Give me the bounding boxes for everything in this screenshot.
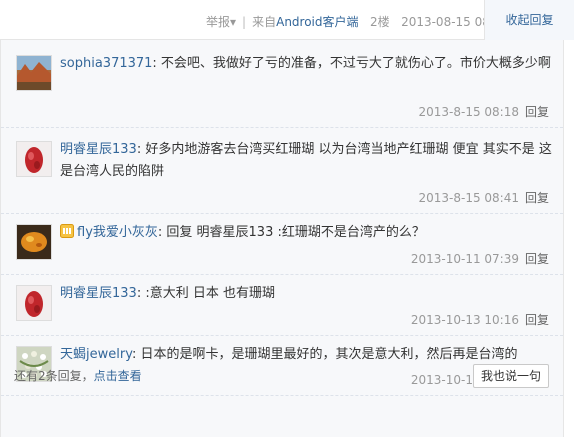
collapse-replies-button[interactable]: 收起回复: [484, 0, 574, 40]
reply-button[interactable]: 回复: [525, 313, 549, 327]
list-item: fly我爱小灰灰: 回复 明睿星辰133 :红珊瑚不是台湾产的么？ 2013-1…: [1, 214, 563, 275]
amber-avatar[interactable]: [16, 224, 52, 260]
view-more-link[interactable]: 点击查看: [94, 369, 142, 383]
reply-content: : :意大利 日本 也有珊瑚: [136, 286, 275, 301]
report-link[interactable]: 举报▾: [206, 15, 236, 29]
username-link[interactable]: 明睿星辰133: [60, 142, 137, 157]
reply-time: 2013-10-13 10:16: [410, 313, 519, 327]
list-item: 明睿星辰133: :意大利 日本 也有珊瑚 2013-10-13 10:16 回复: [1, 275, 563, 336]
report-label: 举报: [206, 15, 231, 29]
post-meta-bar: 举报▾ | 来自Android客户端 2楼 2013-08-15 08:15 收起回…: [0, 0, 574, 40]
reply-content: : 不会吧、我做好了亏的准备，不过亏大了就伤心了。市价大概多少啊: [152, 56, 551, 71]
more-replies-text: 还有2条回复，: [14, 369, 94, 383]
source-label[interactable]: 来自Android客户端: [252, 15, 358, 29]
reply-footer: 2013-10-11 07:39 回复: [411, 250, 549, 267]
reply-text: 明睿星辰133: :意大利 日本 也有珊瑚: [60, 283, 552, 305]
reply-button[interactable]: 回复: [525, 105, 549, 119]
username-link[interactable]: 明睿星辰133: [60, 286, 137, 301]
reply-time: 2013-10-11 07:39: [410, 252, 519, 266]
more-replies-notice: 还有2条回复，点击查看: [14, 367, 142, 384]
list-item: 明睿星辰133: 好多内地游客去台湾买红珊瑚 以为台湾当地产红珊瑚 便宜 其实不…: [1, 128, 563, 214]
reply-text: 天蝎jewelry: 日本的是啊卡，是珊瑚里最好的，其次是意大利，然后再是台湾的: [60, 344, 552, 366]
reply-button[interactable]: 回复: [525, 191, 549, 205]
reply-time: 2013-8-15 08:18: [418, 105, 519, 119]
reply-text: 明睿星辰133: 好多内地游客去台湾买红珊瑚 以为台湾当地产红珊瑚 便宜 其实不…: [60, 139, 552, 183]
add-reply-button[interactable]: 我也说一句: [473, 364, 549, 388]
username-link[interactable]: fly我爱小灰灰: [77, 225, 158, 240]
reply-text: fly我爱小灰灰: 回复 明睿星辰133 :红珊瑚不是台湾产的么？: [60, 222, 552, 244]
red-coral-avatar[interactable]: [16, 285, 52, 321]
floor-number: 2楼: [369, 15, 390, 29]
reply-footer: 2013-8-15 08:18 回复: [418, 103, 549, 120]
reply-footer: 2013-10-13 10:16 回复: [411, 311, 549, 328]
reply-content: : 日本的是啊卡，是珊瑚里最好的，其次是意大利，然后再是台湾的: [131, 347, 518, 362]
reply-text: sophia371371: 不会吧、我做好了亏的准备，不过亏大了就伤心了。市价大…: [60, 53, 552, 75]
red-coral-avatar[interactable]: [16, 141, 52, 177]
username-link[interactable]: sophia371371: [60, 56, 152, 71]
meta-divider: |: [242, 15, 247, 29]
reply-time: 2013-8-15 08:41: [418, 191, 519, 205]
list-item: sophia371371: 不会吧、我做好了亏的准备，不过亏大了就伤心了。市价大…: [1, 40, 563, 128]
username-link[interactable]: 天蝎jewelry: [60, 347, 132, 362]
reply-button[interactable]: 回复: [525, 252, 549, 266]
landscape-avatar[interactable]: [16, 55, 52, 91]
reply-footer: 2013-8-15 08:41 回复: [418, 189, 549, 206]
reply-content: : 回复 明睿星辰133 :红珊瑚不是台湾产的么？: [157, 225, 425, 240]
report-dropdown-icon: ▾: [230, 15, 237, 29]
post-meta: 举报▾ | 来自Android客户端 2楼 2013-08-15 08:15: [206, 13, 509, 30]
vip-badge-icon: [60, 224, 74, 238]
